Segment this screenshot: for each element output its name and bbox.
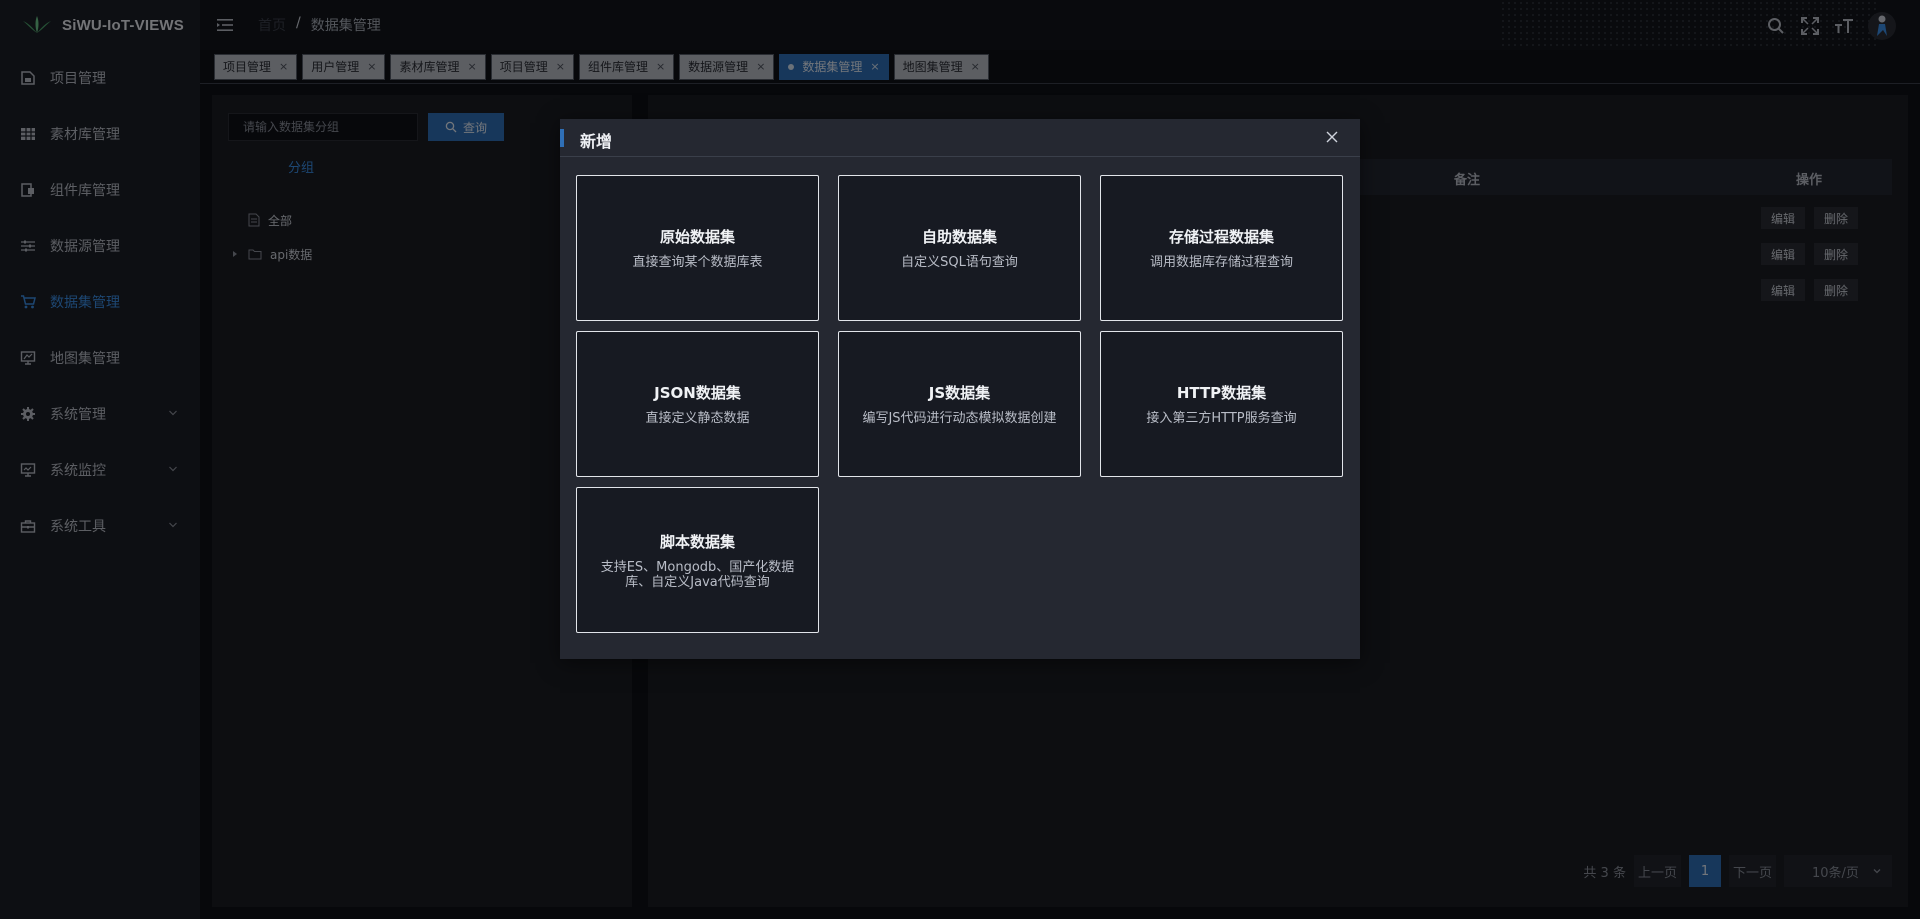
card-title: HTTP数据集	[1176, 384, 1267, 402]
close-icon[interactable]	[1324, 129, 1340, 145]
card-title: JSON数据集	[654, 384, 741, 402]
dataset-type-card-1[interactable]: 自助数据集自定义SQL语句查询	[838, 175, 1081, 321]
card-title: 原始数据集	[659, 228, 735, 246]
dataset-type-card-6[interactable]: 脚本数据集支持ES、Mongodb、国产化数据库、自定义Java代码查询	[576, 487, 819, 633]
dialog-title: 新增	[580, 132, 613, 151]
dataset-type-card-3[interactable]: JSON数据集 直接定义静态数据	[576, 331, 819, 477]
card-description: 调用数据库存储过程查询	[1149, 255, 1293, 270]
dataset-type-card-4[interactable]: JS数据集编写JS代码进行动态模拟数据创建	[838, 331, 1081, 477]
dataset-type-card-0[interactable]: 原始数据集直接查询某个数据库表	[576, 175, 819, 321]
card-description: 编写JS代码进行动态模拟数据创建	[862, 411, 1057, 426]
card-title: 存储过程数据集	[1168, 228, 1274, 246]
dataset-type-card-5[interactable]: HTTP数据集接入第三方HTTP服务查询	[1100, 331, 1343, 477]
card-title: 自助数据集	[921, 228, 997, 246]
dataset-type-grid: 原始数据集 直接查询某个数据库表 自助数据集 自定义SQL语句查询 存储过程数据集 调用数…	[576, 175, 1344, 633]
card-description: 直接定义静态数据	[645, 411, 750, 426]
card-description: 直接查询某个数据库表	[632, 255, 763, 270]
card-description: 接入第三方HTTP服务查询	[1146, 411, 1297, 426]
card-title: JS数据集	[928, 384, 991, 402]
card-title: 脚本数据集	[659, 532, 735, 551]
card-description: 自定义SQL语句查询	[901, 255, 1018, 270]
card-description: 支持ES、Mongodb、国产化数据库、自定义Java代码查询	[600, 559, 795, 590]
dialog-title-accent	[560, 129, 564, 147]
dataset-type-card-2[interactable]: 存储过程数据集调用数据库存储过程查询	[1100, 175, 1343, 321]
dialog-header: 新增	[560, 119, 1360, 157]
add-dataset-dialog: 新增 原始数据集 直接查询某个数据库表 自助数据集 自定义SQL语句查询 存储过程数据集…	[560, 119, 1360, 659]
